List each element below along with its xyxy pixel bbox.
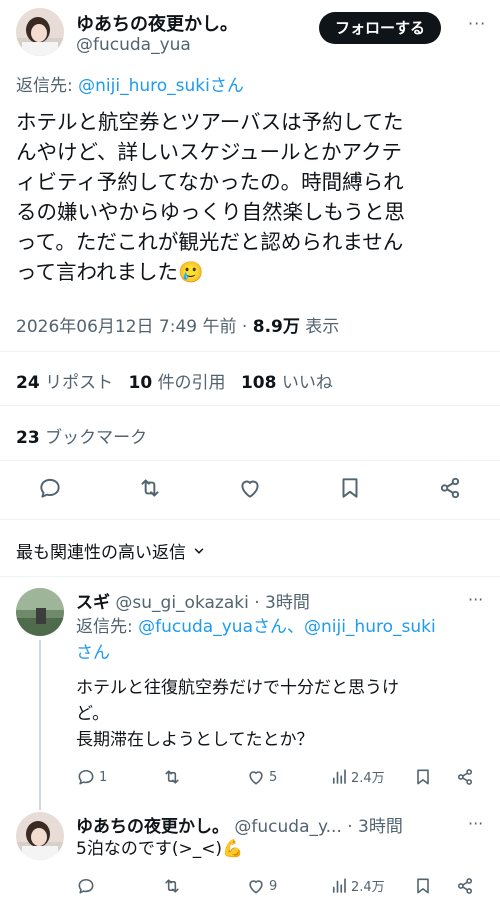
heart-icon <box>246 876 266 896</box>
divider <box>0 460 500 461</box>
reply-views-button[interactable]: 2.4万 <box>330 876 385 895</box>
reply-time[interactable]: · 3時間 <box>347 817 403 837</box>
reply-icon <box>76 767 96 787</box>
reply-retweet-button[interactable] <box>162 767 182 787</box>
reply-icon <box>76 876 96 896</box>
author-handle[interactable]: @fucuda_yua <box>76 35 191 55</box>
heart-icon[interactable] <box>237 475 263 501</box>
quotes-value: 10 <box>128 373 153 393</box>
quotes-stat[interactable]: 10 件の引用 <box>128 373 225 393</box>
reply-to-link-cont[interactable]: さん <box>76 640 492 666</box>
reply-to-prefix: 返信先: <box>16 76 79 96</box>
bookmarks-value: 23 <box>16 428 40 448</box>
reply-header: スギ @su_gi_okazaki · 3時間 <box>76 588 310 613</box>
reply-text: ホテルと往復航空券だけで十分だと思うけ ど。 長期滞在しようとしてたとか？ <box>76 675 492 753</box>
chevron-down-icon <box>192 544 206 558</box>
retweet-icon[interactable] <box>137 475 163 501</box>
reply-like-button[interactable]: 5 <box>246 767 277 787</box>
reposts-value: 24 <box>16 373 40 393</box>
likes-stat[interactable]: 108 いいね <box>241 373 333 393</box>
sort-label: 最も関連性の高い返信 <box>16 543 186 563</box>
reply-text-line: ど。 <box>76 704 110 724</box>
reply-author-name[interactable]: スギ <box>76 593 110 613</box>
reply-text-line: 長期滞在しようとしてたとか？ <box>76 730 314 750</box>
reply-text-line: ホテルと往復航空券だけで十分だと思うけ <box>76 678 399 698</box>
reply-text-line: 5泊なのです(>_<)💪 <box>76 839 244 859</box>
likes-value: 108 <box>240 373 277 393</box>
reply-author-handle[interactable]: @su_gi_okazaki <box>115 593 248 613</box>
reply-retweet-button[interactable] <box>162 876 182 896</box>
tweet-text: ホテルと航空券とツアーバスは予約してた んやけど、詳しいスケジュールとかアクテ … <box>16 107 496 287</box>
reply-time[interactable]: · 3時間 <box>254 593 310 613</box>
reply-like-button[interactable]: 9 <box>246 876 277 896</box>
divider <box>0 576 500 577</box>
tweet-text-line: ホテルと航空券とツアーバスは予約してた <box>16 110 404 134</box>
stats-row: 24 リポスト 10 件の引用 108 いいね <box>16 368 333 393</box>
share-icon[interactable] <box>455 767 475 787</box>
follow-button[interactable]: フォローする <box>319 12 442 44</box>
reply-more-icon[interactable]: ··· <box>468 814 483 833</box>
tweet-text-line: って。ただこれが観光だと認められません <box>16 230 404 254</box>
like-count: 9 <box>269 878 278 894</box>
bookmarks-label: ブックマーク <box>45 428 148 448</box>
reply-to-prefix: 返信先: <box>76 617 139 637</box>
reply-to-line: 返信先: @fucuda_yuaさん、@niji_huro_suki さん <box>76 614 492 666</box>
views-value: 8.9万 <box>252 317 300 337</box>
share-icon[interactable] <box>455 876 475 896</box>
timestamp-row: 2026年06月12日 7:49 午前 · 8.9万 表示 <box>16 312 339 337</box>
divider <box>0 519 500 520</box>
reposts-label: リポスト <box>45 373 114 393</box>
author-avatar[interactable] <box>16 8 64 56</box>
reply-views-button[interactable]: 2.4万 <box>330 767 385 786</box>
views-icon <box>330 768 348 786</box>
reply-more-icon[interactable]: ··· <box>468 590 483 609</box>
reply-reply-button[interactable]: 1 <box>76 767 107 787</box>
author-name[interactable]: ゆあちの夜更かし。 <box>76 10 238 36</box>
likes-label: いいね <box>281 373 333 393</box>
reply-author-handle[interactable]: @fucuda_y... <box>234 817 341 837</box>
reply-author-name[interactable]: ゆあちの夜更かし。 <box>76 817 229 837</box>
retweet-icon <box>162 767 182 787</box>
like-count: 5 <box>269 769 278 785</box>
reply-avatar[interactable] <box>16 812 64 860</box>
share-icon[interactable] <box>437 475 463 501</box>
divider <box>0 351 500 352</box>
tweet-text-line: るの嫌いやからゆっくり自然楽しもうと思 <box>16 200 405 224</box>
tweet-text-line: んやけど、詳しいスケジュールとかアクテ <box>16 140 403 164</box>
reply-to-link[interactable]: @niji_huro_sukiさん <box>78 76 244 96</box>
views-label: 表示 <box>305 317 340 337</box>
tweet-text-line: ィビティ予約してなかったの。時間縛られ <box>16 170 404 194</box>
views-count: 2.4万 <box>351 880 385 895</box>
reply-to-link[interactable]: @fucuda_yuaさん、@niji_huro_suki <box>138 617 436 637</box>
sort-replies-button[interactable]: 最も関連性の高い返信 <box>16 538 206 563</box>
reposts-stat[interactable]: 24 リポスト <box>16 373 113 393</box>
heart-icon <box>246 767 266 787</box>
thread-line <box>39 640 41 810</box>
timestamp[interactable]: 2026年06月12日 7:49 午前 <box>16 317 237 337</box>
reply-header: ゆあちの夜更かし。 @fucuda_y... · 3時間 <box>76 812 403 837</box>
views-count: 2.4万 <box>351 771 385 786</box>
reply-text: 5泊なのです(>_<)💪 <box>76 836 492 862</box>
quotes-label: 件の引用 <box>157 373 226 393</box>
retweet-icon <box>162 876 182 896</box>
reply-reply-button[interactable] <box>76 876 96 896</box>
reply-count: 1 <box>99 769 108 785</box>
more-options-icon[interactable]: ··· <box>468 14 486 33</box>
tweet-text-line: って言われました🥲 <box>16 260 204 284</box>
dot-separator: · <box>241 317 248 337</box>
reply-icon[interactable] <box>37 475 63 501</box>
bookmark-icon[interactable] <box>413 767 433 787</box>
bookmarks-stat[interactable]: 23 ブックマーク <box>16 423 147 448</box>
bookmark-icon[interactable] <box>337 475 363 501</box>
bookmark-icon[interactable] <box>413 876 433 896</box>
divider <box>0 405 500 406</box>
views-icon <box>330 877 348 895</box>
reply-avatar[interactable] <box>16 588 64 636</box>
reply-to-line: 返信先: @niji_huro_sukiさん <box>16 71 244 96</box>
